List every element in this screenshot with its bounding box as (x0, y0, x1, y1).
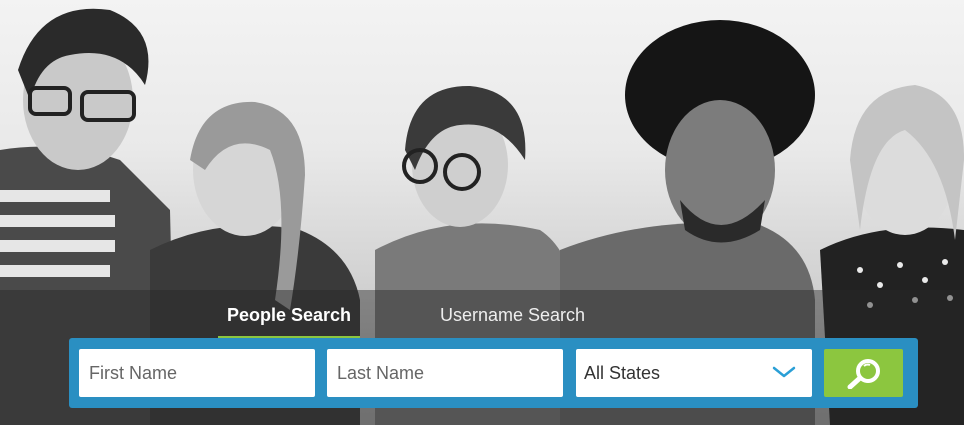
search-button[interactable] (824, 349, 903, 397)
tab-username-search[interactable]: Username Search (440, 296, 585, 340)
state-select[interactable]: All States (576, 349, 812, 397)
chevron-down-icon (772, 366, 796, 378)
state-select-value: All States (584, 363, 661, 383)
last-name-input[interactable] (327, 349, 563, 397)
search-form: All States (69, 338, 918, 408)
tab-people-search[interactable]: People Search (218, 296, 360, 340)
tab-username-search-label: Username Search (440, 305, 586, 325)
first-name-input[interactable] (79, 349, 315, 397)
tab-people-search-label: People Search (226, 305, 352, 325)
hero-banner: People Search Username Search All States (0, 0, 964, 425)
search-icon (847, 359, 880, 389)
